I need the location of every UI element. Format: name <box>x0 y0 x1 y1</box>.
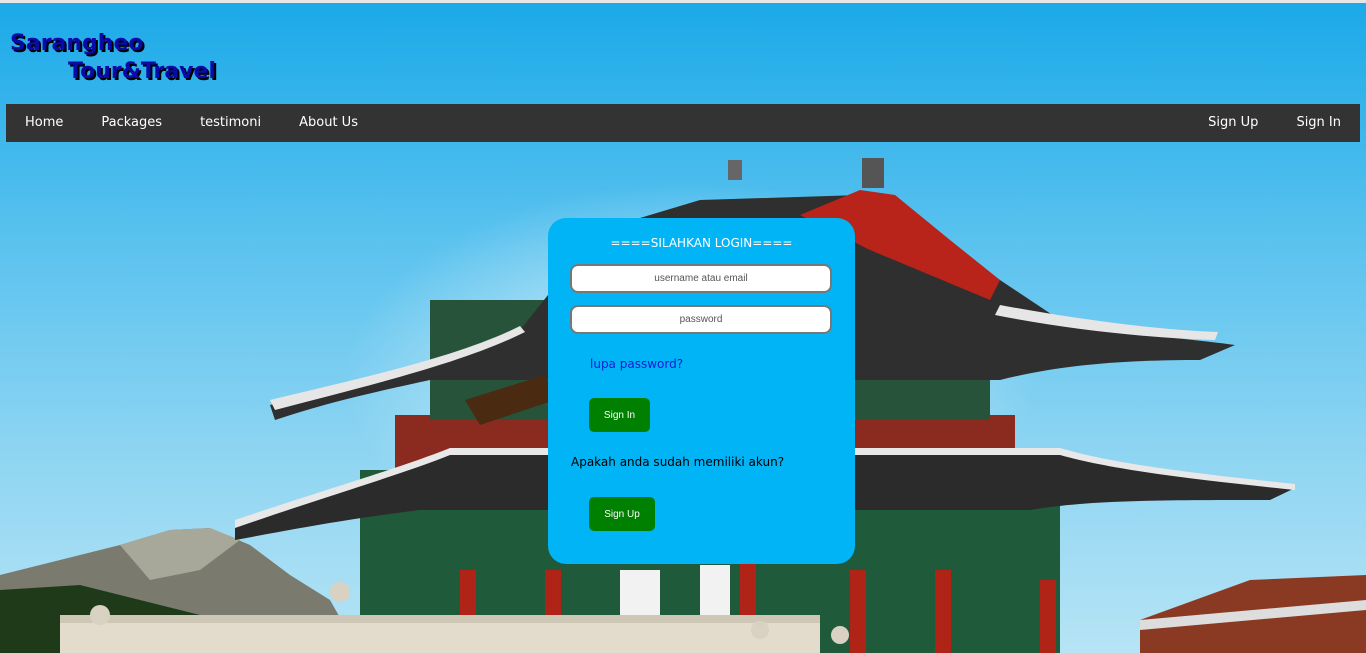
nav-sign-in[interactable]: Sign In <box>1277 104 1360 142</box>
nav-home[interactable]: Home <box>6 104 82 142</box>
page: Sarangheo Tour&Travel Home Packages test… <box>0 0 1366 653</box>
brand-line-2: Tour&Travel <box>68 59 216 84</box>
login-panel: ====SILAHKAN LOGIN==== lupa password? Si… <box>548 218 855 564</box>
nav-testimoni[interactable]: testimoni <box>181 104 280 142</box>
password-input[interactable] <box>570 305 832 334</box>
nav-packages[interactable]: Packages <box>82 104 181 142</box>
brand-logo[interactable]: Sarangheo Tour&Travel <box>10 30 216 86</box>
forgot-password-link[interactable]: lupa password? <box>590 357 683 371</box>
login-title: ====SILAHKAN LOGIN==== <box>610 236 793 250</box>
sign-in-button[interactable]: Sign In <box>589 398 650 432</box>
brand-line-1: Sarangheo <box>10 31 144 56</box>
nav-about-us[interactable]: About Us <box>280 104 377 142</box>
account-question: Apakah anda sudah memiliki akun? <box>571 455 785 469</box>
navbar: Home Packages testimoni About Us Sign Up… <box>6 104 1360 142</box>
nav-left: Home Packages testimoni About Us <box>6 104 377 142</box>
nav-sign-up[interactable]: Sign Up <box>1189 104 1277 142</box>
nav-right: Sign Up Sign In <box>1189 104 1360 142</box>
username-input[interactable] <box>570 264 832 293</box>
sign-up-button[interactable]: Sign Up <box>589 497 655 531</box>
